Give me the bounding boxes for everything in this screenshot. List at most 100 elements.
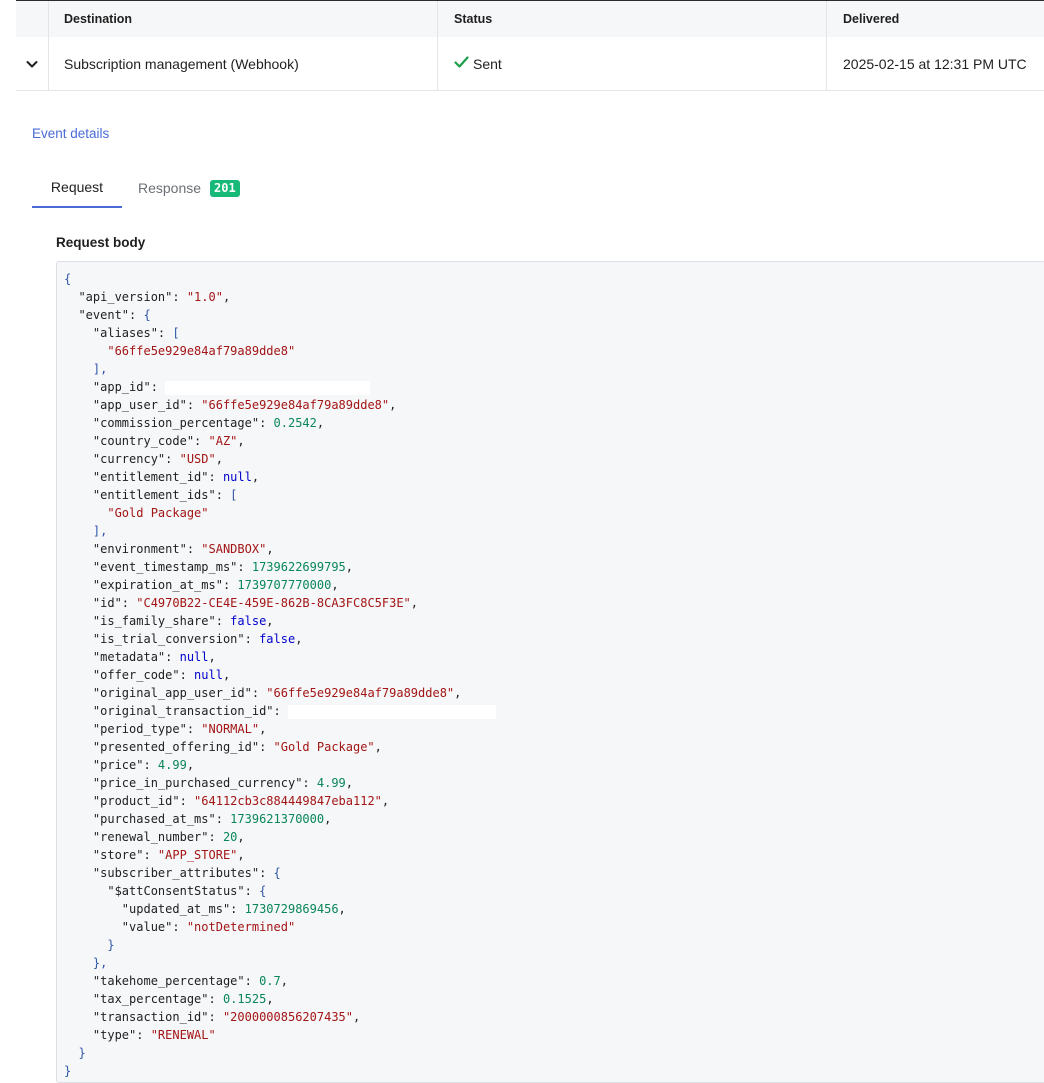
tab-response-label: Response	[138, 180, 202, 196]
code-token: ,	[237, 434, 245, 448]
header-delivered: Delivered	[843, 12, 900, 26]
code-line: "takehome_percentage": 0.7,	[64, 972, 1044, 990]
code-token: }	[64, 1046, 86, 1060]
code-line: "66ffe5e929e84af79a89dde8"	[64, 342, 1044, 360]
code-line: "presented_offering_id": "Gold Package",	[64, 738, 1044, 756]
code-token: {	[273, 866, 281, 880]
code-token: ,	[345, 776, 354, 790]
code-token: "is_family_share":	[64, 614, 231, 628]
code-token: "tax_percentage":	[64, 992, 223, 1006]
code-token: "store":	[64, 848, 158, 862]
code-line: "entitlement_id": null,	[64, 468, 1044, 486]
code-token: "66ffe5e929e84af79a89dde8"	[201, 398, 390, 412]
code-line: }	[64, 936, 1044, 954]
code-token: "app_user_id":	[64, 398, 202, 412]
code-token: null	[179, 650, 209, 664]
redacted-value	[287, 704, 496, 719]
code-token: false	[259, 632, 296, 646]
code-token: ,	[381, 794, 390, 808]
code-token: },	[64, 956, 108, 970]
code-token: "entitlement_id":	[64, 470, 223, 484]
code-token: "expiration_at_ms":	[64, 578, 238, 592]
code-line: "commission_percentage": 0.2542,	[64, 414, 1044, 432]
check-icon	[454, 55, 469, 72]
code-line: "offer_code": null,	[64, 666, 1044, 684]
code-line: }	[64, 1044, 1044, 1062]
tab-request[interactable]: Request	[32, 168, 122, 208]
code-token: "2000000856207435"	[222, 1010, 353, 1024]
code-token: 4.99	[316, 776, 346, 790]
code-token: ,	[295, 632, 303, 646]
code-token: ,	[374, 740, 382, 754]
code-token: "metadata":	[64, 650, 180, 664]
code-line: "renewal_number": 20,	[64, 828, 1044, 846]
code-line: "original_transaction_id":	[64, 702, 1044, 720]
code-token: "is_trial_conversion":	[64, 632, 260, 646]
code-token: "event":	[64, 308, 144, 322]
code-token: ,	[389, 398, 397, 412]
code-token: "aliases":	[64, 326, 173, 340]
code-token: "C4970B22-CE4E-459E-862B-8CA3FC8C5F3E"	[136, 596, 411, 610]
code-line: "event_timestamp_ms": 1739622699795,	[64, 558, 1044, 576]
code-line: "subscriber_attributes": {	[64, 864, 1044, 882]
code-token: "updated_at_ms":	[64, 902, 245, 916]
code-token: 1739622699795	[251, 560, 346, 574]
code-token: 0.2542	[273, 416, 317, 430]
code-token: ],	[64, 524, 108, 538]
code-line: "period_type": "NORMAL",	[64, 720, 1044, 738]
header-expand-col	[16, 1, 49, 37]
code-token: "66ffe5e929e84af79a89dde8"	[266, 686, 455, 700]
code-token: "app_id":	[64, 380, 166, 394]
code-line: {	[64, 270, 1044, 288]
code-token: "currency":	[64, 452, 180, 466]
header-status: Status	[438, 1, 827, 37]
code-token: 0.7	[259, 974, 281, 988]
event-details-link[interactable]: Event details	[32, 126, 109, 141]
tab-response[interactable]: Response 201	[122, 168, 240, 208]
code-token: ,	[259, 722, 267, 736]
code-line: "entitlement_ids": [	[64, 486, 1044, 504]
code-token: ,	[316, 416, 325, 430]
code-line: "is_trial_conversion": false,	[64, 630, 1044, 648]
code-token: "type":	[64, 1028, 151, 1042]
code-token: ,	[215, 452, 223, 466]
code-token: "RENEWAL"	[150, 1028, 216, 1042]
row-delivered: 2025-02-15 at 12:31 PM UTC	[843, 55, 1027, 72]
table-row[interactable]: Subscription management (Webhook) Sent 2…	[16, 37, 1044, 91]
code-token: }	[64, 938, 115, 952]
code-token: 0.1525	[222, 992, 267, 1006]
code-line: "api_version": "1.0",	[64, 288, 1044, 306]
code-line: "price": 4.99,	[64, 756, 1044, 774]
code-token: "price_in_purchased_currency":	[64, 776, 317, 790]
code-token: 1739621370000	[230, 812, 325, 826]
code-token: "64112cb3c884449847eba112"	[194, 794, 382, 808]
row-status: Sent	[438, 37, 827, 90]
code-token: null	[194, 668, 223, 682]
code-token: ,	[251, 470, 260, 484]
request-body-code[interactable]: { "api_version": "1.0", "event": { "alia…	[56, 261, 1044, 1083]
code-token: null	[222, 470, 252, 484]
code-token: "period_type":	[64, 722, 202, 736]
code-line: "event": {	[64, 306, 1044, 324]
code-token: "APP_STORE"	[157, 848, 238, 862]
code-token: ,	[222, 668, 231, 682]
code-token: "Gold Package"	[64, 506, 209, 520]
code-token: 20	[222, 830, 238, 844]
code-line: "tax_percentage": 0.1525,	[64, 990, 1044, 1008]
code-token: 4.99	[157, 758, 187, 772]
table-header: Destination Status Delivered	[16, 1, 1044, 37]
code-line: "expiration_at_ms": 1739707770000,	[64, 576, 1044, 594]
code-token: ,	[266, 542, 274, 556]
code-line: "metadata": null,	[64, 648, 1044, 666]
code-line: "transaction_id": "2000000856207435",	[64, 1008, 1044, 1026]
code-token: 1739707770000	[237, 578, 332, 592]
code-token: "environment":	[64, 542, 202, 556]
code-line: ],	[64, 522, 1044, 540]
chevron-down-icon[interactable]	[16, 37, 48, 91]
tab-request-label: Request	[50, 179, 104, 195]
code-token: "original_transaction_id":	[64, 704, 288, 718]
code-token: "renewal_number":	[64, 830, 223, 844]
code-token: {	[259, 884, 267, 898]
code-token: "offer_code":	[64, 668, 195, 682]
code-token: "$attConsentStatus":	[64, 884, 260, 898]
